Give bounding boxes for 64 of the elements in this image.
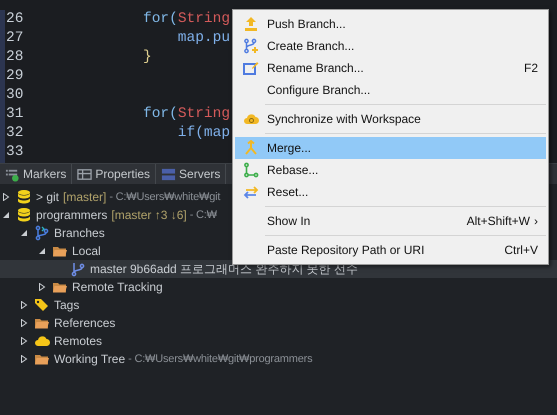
code-text: } <box>143 49 152 65</box>
tree-item-label[interactable]: Tags <box>54 296 80 314</box>
view-tab[interactable]: Markers <box>23 165 66 183</box>
tree-item-label[interactable]: Remote Tracking <box>72 278 163 296</box>
line-number: 29 <box>5 67 24 86</box>
menu-item[interactable]: Reset... <box>235 181 546 203</box>
tree-item-label[interactable]: programmers <box>36 206 108 224</box>
database-icon <box>16 189 32 205</box>
tree-item-label[interactable]: > git <box>36 188 60 206</box>
code-text: for( <box>143 11 178 27</box>
repository-path: - C:₩ <box>190 208 217 223</box>
expanded-arrow-icon[interactable] <box>38 247 46 255</box>
menu-item[interactable]: Synchronize with Workspace <box>235 108 546 130</box>
view-tab[interactable]: Properties <box>95 165 150 183</box>
rebase-icon <box>243 162 259 178</box>
line-number: 32 <box>5 124 24 143</box>
tree-item-label[interactable]: Branches <box>54 224 105 242</box>
collapsed-arrow-icon[interactable] <box>20 355 28 363</box>
code-text: if(map <box>176 125 230 141</box>
code-text: map.pu <box>176 30 230 46</box>
collapsed-arrow-icon[interactable] <box>20 337 28 345</box>
edit-icon <box>243 60 259 76</box>
expanded-arrow-icon[interactable] <box>20 229 28 237</box>
branch-status: [master] <box>63 189 106 206</box>
branches-icon <box>34 225 50 241</box>
expanded-arrow-icon[interactable] <box>2 211 10 219</box>
menu-item[interactable]: Show In Alt+Shift+W › <box>235 210 546 232</box>
database-icon <box>16 207 32 223</box>
menu-item[interactable]: Create Branch... <box>235 35 546 57</box>
upload-icon <box>243 16 259 32</box>
line-number: 31 <box>5 105 24 124</box>
menu-item[interactable]: Merge... <box>235 137 546 159</box>
table-icon <box>77 166 92 182</box>
tree-item-label[interactable]: Working Tree <box>54 350 126 368</box>
line-number: 28 <box>5 48 24 67</box>
menu-item[interactable]: Rename Branch... F2 <box>235 57 546 79</box>
line-number: 27 <box>5 29 24 48</box>
code-text: for( <box>143 106 178 122</box>
line-number: 33 <box>5 143 24 162</box>
line-number: 26 <box>5 10 24 29</box>
collapsed-arrow-icon[interactable] <box>20 301 28 309</box>
view-tab[interactable]: Servers <box>179 165 220 183</box>
swap-arrows-icon <box>243 184 259 200</box>
tag-icon <box>34 297 50 313</box>
line-number: 30 <box>5 86 24 105</box>
collapsed-arrow-icon[interactable] <box>2 193 10 201</box>
branch-icon <box>70 261 86 277</box>
menu-item[interactable]: Configure Branch... <box>235 79 546 101</box>
code-text: String <box>178 11 230 27</box>
merge-icon <box>243 140 259 156</box>
branch-status: [master ↑3 ↓6] <box>111 207 187 224</box>
code-text: String <box>178 106 230 122</box>
server-icon <box>161 166 176 182</box>
menu-item[interactable]: Paste Repository Path or URI Ctrl+V <box>235 239 546 261</box>
repository-path: - C:₩Users₩white₩git₩programmers <box>128 352 312 367</box>
collapsed-arrow-icon[interactable] <box>38 283 46 291</box>
repository-path: - C:₩Users₩white₩git <box>109 190 220 205</box>
collapsed-arrow-icon[interactable] <box>20 319 28 327</box>
menu-item[interactable]: Rebase... <box>235 159 546 181</box>
menu-item[interactable]: Push Branch... <box>235 13 546 35</box>
tree-item-label[interactable]: Local <box>72 242 101 260</box>
tree-item-label[interactable]: Remotes <box>54 332 102 350</box>
branch-add-icon <box>243 38 259 54</box>
tree-item-label[interactable]: References <box>54 314 116 332</box>
